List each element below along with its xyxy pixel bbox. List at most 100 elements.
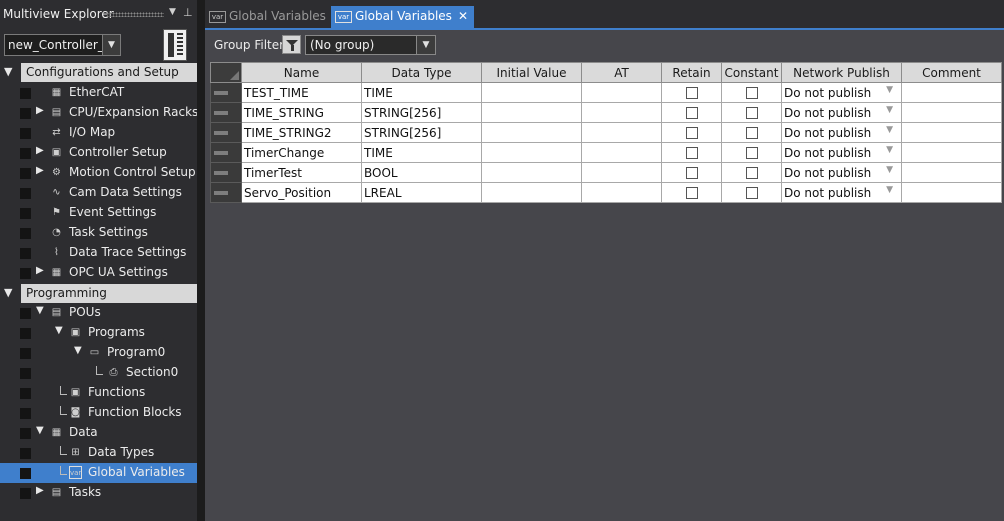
table-row[interactable]: TimerChange TIME Do not publish ▼: [210, 142, 1002, 163]
comment-cell[interactable]: [901, 182, 1002, 203]
panel-menu-icon[interactable]: ▼: [169, 7, 176, 17]
at-cell[interactable]: [581, 82, 662, 103]
item-checkbox[interactable]: [20, 388, 31, 399]
pin-icon[interactable]: ⊥: [183, 6, 193, 19]
column-header[interactable]: Constant: [721, 62, 782, 83]
at-cell[interactable]: [581, 142, 662, 163]
tree-item-io-map[interactable]: ⇄ I/O Map: [0, 123, 197, 143]
data-type-cell[interactable]: LREAL: [361, 182, 482, 203]
column-header[interactable]: Name: [241, 62, 362, 83]
tree-item-task-settings[interactable]: ◔ Task Settings: [0, 223, 197, 243]
constant-checkbox[interactable]: [745, 87, 758, 99]
item-checkbox[interactable]: [20, 348, 31, 359]
item-checkbox[interactable]: [20, 208, 31, 219]
initial-value-cell[interactable]: [481, 102, 582, 123]
constant-checkbox[interactable]: [745, 107, 758, 119]
tree-item-controller-setup[interactable]: ▶ ▣ Controller Setup: [0, 143, 197, 163]
row-handle[interactable]: [210, 182, 242, 203]
panel-splitter[interactable]: [197, 0, 205, 521]
tree-item-functions[interactable]: ▣ Functions: [0, 383, 197, 403]
section-configurations[interactable]: ▼ Configurations and Setup: [0, 63, 197, 82]
retain-checkbox[interactable]: [685, 147, 698, 159]
network-publish-cell[interactable]: Do not publish ▼: [781, 82, 902, 103]
item-checkbox[interactable]: [20, 268, 31, 279]
retain-checkbox[interactable]: [685, 107, 698, 119]
comment-cell[interactable]: [901, 82, 1002, 103]
row-handle[interactable]: [210, 142, 242, 163]
data-type-cell[interactable]: BOOL: [361, 162, 482, 183]
initial-value-cell[interactable]: [481, 82, 582, 103]
tree-item-programs[interactable]: ▼ ▣ Programs: [0, 323, 197, 343]
expand-icon[interactable]: ▶: [36, 145, 44, 156]
collapse-icon[interactable]: ▼: [4, 65, 12, 78]
dropdown-arrow-icon[interactable]: ▼: [886, 85, 893, 95]
name-cell[interactable]: TimerTest: [241, 162, 362, 183]
tree-item-data-trace-settings[interactable]: ⌇ Data Trace Settings: [0, 243, 197, 263]
filter-icon[interactable]: [282, 35, 301, 54]
constant-checkbox[interactable]: [745, 147, 758, 159]
dropdown-arrow-icon[interactable]: ▼: [886, 125, 893, 135]
controller-select[interactable]: new_Controller_0 ▼: [4, 34, 121, 56]
retain-checkbox[interactable]: [685, 187, 698, 199]
tree-item-function-blocks[interactable]: ◙ Function Blocks: [0, 403, 197, 423]
close-icon[interactable]: ✕: [458, 9, 468, 23]
item-checkbox[interactable]: [20, 468, 31, 479]
item-checkbox[interactable]: [20, 168, 31, 179]
expand-icon[interactable]: ▶: [36, 105, 44, 116]
name-cell[interactable]: TEST_TIME: [241, 82, 362, 103]
data-type-cell[interactable]: TIME: [361, 142, 482, 163]
controller-icon[interactable]: [163, 29, 187, 61]
select-all-corner[interactable]: [210, 62, 242, 83]
column-header[interactable]: Retain: [661, 62, 722, 83]
tree-item-ethercat[interactable]: ▦ EtherCAT: [0, 83, 197, 103]
section-programming[interactable]: ▼ Programming: [0, 284, 197, 303]
tree-item-motion-control-setup[interactable]: ▶ ⚙ Motion Control Setup: [0, 163, 197, 183]
column-header[interactable]: Data Type: [361, 62, 482, 83]
table-row[interactable]: TIME_STRING STRING[256] Do not publish ▼: [210, 102, 1002, 123]
constant-checkbox[interactable]: [745, 127, 758, 139]
network-publish-cell[interactable]: Do not publish ▼: [781, 142, 902, 163]
expand-icon[interactable]: ▶: [36, 485, 44, 496]
at-cell[interactable]: [581, 122, 662, 143]
constant-checkbox[interactable]: [745, 187, 758, 199]
network-publish-cell[interactable]: Do not publish ▼: [781, 102, 902, 123]
drag-grip[interactable]: [106, 12, 164, 17]
expand-icon[interactable]: ▼: [36, 425, 44, 436]
constant-checkbox[interactable]: [745, 167, 758, 179]
comment-cell[interactable]: [901, 102, 1002, 123]
data-type-cell[interactable]: STRING[256]: [361, 122, 482, 143]
item-checkbox[interactable]: [20, 228, 31, 239]
comment-cell[interactable]: [901, 142, 1002, 163]
collapse-icon[interactable]: ▼: [4, 286, 12, 299]
tree-item-event-settings[interactable]: ⚑ Event Settings: [0, 203, 197, 223]
table-row[interactable]: TimerTest BOOL Do not publish ▼: [210, 162, 1002, 183]
initial-value-cell[interactable]: [481, 142, 582, 163]
expand-icon[interactable]: ▼: [55, 325, 63, 336]
item-checkbox[interactable]: [20, 448, 31, 459]
dropdown-arrow-icon[interactable]: ▼: [886, 145, 893, 155]
table-row[interactable]: Servo_Position LREAL Do not publish ▼: [210, 182, 1002, 203]
tab-global-variables-active[interactable]: var Global Variables ✕: [331, 6, 474, 28]
item-checkbox[interactable]: [20, 248, 31, 259]
network-publish-cell[interactable]: Do not publish ▼: [781, 162, 902, 183]
row-handle[interactable]: [210, 82, 242, 103]
item-checkbox[interactable]: [20, 148, 31, 159]
name-cell[interactable]: TIME_STRING: [241, 102, 362, 123]
name-cell[interactable]: Servo_Position: [241, 182, 362, 203]
tree-item-pous[interactable]: ▼ ▤ POUs: [0, 303, 197, 323]
row-handle[interactable]: [210, 122, 242, 143]
item-checkbox[interactable]: [20, 328, 31, 339]
retain-checkbox[interactable]: [685, 87, 698, 99]
initial-value-cell[interactable]: [481, 122, 582, 143]
tree-item-cpu-expansion-racks[interactable]: ▶ ▤ CPU/Expansion Racks: [0, 103, 198, 123]
expand-icon[interactable]: ▼: [74, 345, 82, 356]
tree-item-section0[interactable]: ⎙ Section0: [0, 363, 197, 383]
at-cell[interactable]: [581, 102, 662, 123]
chevron-down-icon[interactable]: ▼: [102, 35, 120, 55]
retain-checkbox[interactable]: [685, 167, 698, 179]
expand-icon[interactable]: ▶: [36, 265, 44, 276]
network-publish-cell[interactable]: Do not publish ▼: [781, 122, 902, 143]
data-type-cell[interactable]: STRING[256]: [361, 102, 482, 123]
column-header[interactable]: Network Publish: [781, 62, 902, 83]
dropdown-arrow-icon[interactable]: ▼: [886, 185, 893, 195]
